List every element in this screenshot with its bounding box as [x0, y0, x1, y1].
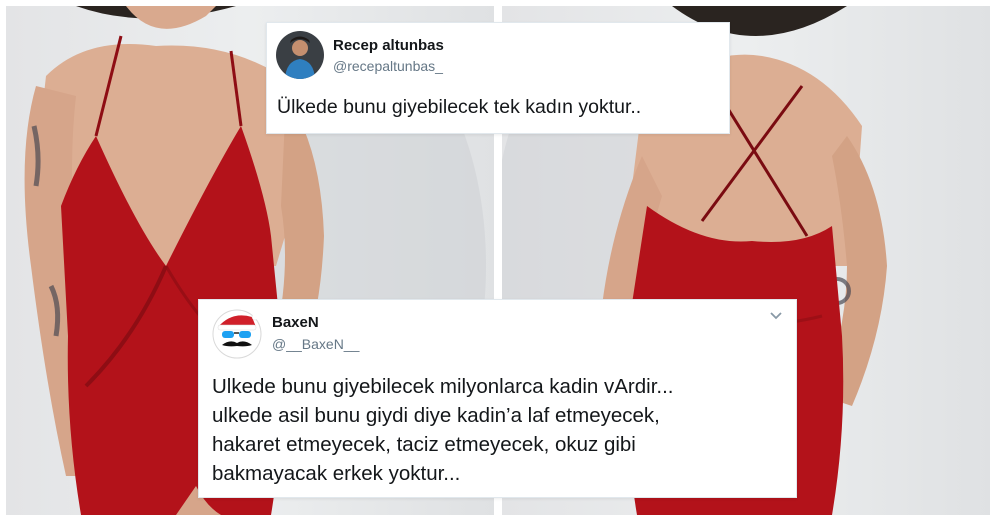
tweet-card-baxen[interactable]: BaxeN @__BaxeN__ Ulkede bunu giyebilecek…	[198, 299, 797, 498]
author-name[interactable]: BaxeN	[272, 314, 319, 331]
profile-photo-avatar[interactable]	[276, 31, 324, 79]
santa-hat-mustache-sunglasses-icon	[212, 309, 262, 359]
tweet-text: Ulkede bunu giyebilecek milyonlarca kadi…	[212, 375, 674, 485]
tweet-text: Ülkede bunu giyebilecek tek kadın yoktur…	[277, 96, 642, 118]
author-name[interactable]: Recep altunbas	[333, 37, 444, 54]
chevron-down-icon[interactable]	[768, 310, 784, 322]
author-handle[interactable]: @__BaxeN__	[272, 336, 359, 352]
tweet-card-recep[interactable]: Recep altunbas @recepaltunbas_ Ülkede bu…	[266, 22, 730, 134]
author-handle[interactable]: @recepaltunbas_	[333, 58, 443, 74]
profile-photo-icon	[276, 31, 324, 79]
santa-avatar[interactable]	[212, 309, 262, 359]
